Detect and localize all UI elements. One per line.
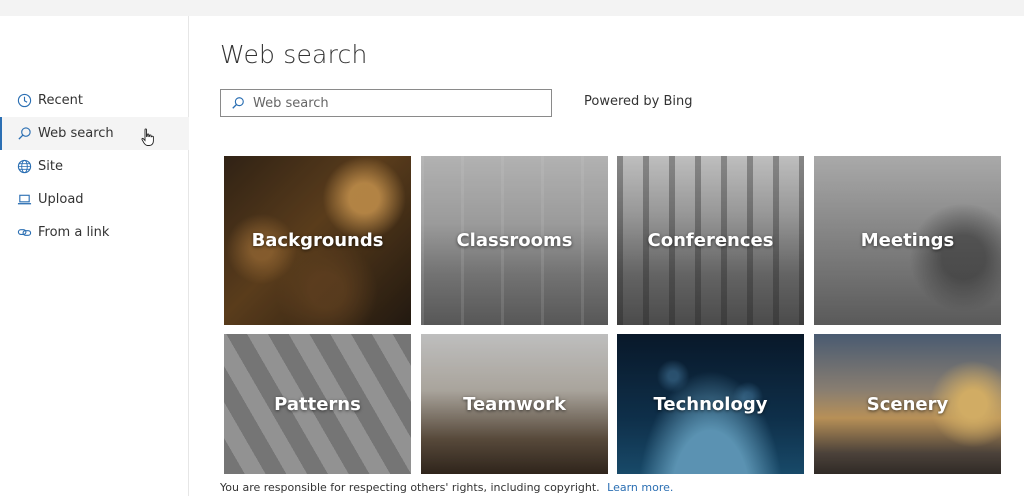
tile-classrooms[interactable]: Classrooms [421, 156, 608, 325]
globe-icon [16, 159, 32, 175]
link-icon [16, 225, 32, 241]
sidebar-item-label: From a link [38, 225, 110, 240]
clock-icon [16, 93, 32, 109]
search-box[interactable] [220, 89, 552, 117]
tile-label: Classrooms [456, 230, 573, 251]
search-icon [231, 96, 245, 110]
sidebar-item-site[interactable]: Site [0, 150, 189, 183]
laptop-upload-icon [16, 192, 32, 208]
search-input[interactable] [251, 94, 545, 112]
powered-by-bing: Powered by Bing [584, 94, 693, 109]
tile-label: Patterns [274, 393, 361, 415]
page-title: Web search [220, 40, 368, 69]
search-icon [16, 126, 32, 142]
sidebar-item-label: Recent [38, 93, 83, 108]
tile-label: Technology [653, 393, 768, 415]
tile-scenery[interactable]: Scenery [814, 334, 1001, 474]
tile-technology[interactable]: Technology [617, 334, 804, 474]
sidebar-item-upload[interactable]: Upload [0, 183, 189, 216]
tile-label: Teamwork [463, 393, 566, 415]
tile-teamwork[interactable]: Teamwork [421, 334, 608, 474]
tile-meetings[interactable]: Meetings [814, 156, 1001, 325]
tile-label: Backgrounds [251, 230, 384, 251]
hand-pointer-cursor-icon [141, 128, 154, 146]
copyright-text: You are responsible for respecting other… [220, 481, 600, 494]
learn-more-link[interactable]: Learn more. [607, 481, 673, 494]
sidebar-item-from-a-link[interactable]: From a link [0, 216, 189, 249]
sidebar-item-label: Upload [38, 192, 84, 207]
sidebar-item-label: Site [38, 159, 63, 174]
tile-label: Conferences [647, 230, 774, 251]
sidebar-item-web-search[interactable]: Web search [0, 117, 189, 150]
sidebar-nav: Recent Web search Site Upload From a lin… [0, 84, 189, 249]
tile-backgrounds[interactable]: Backgrounds [224, 156, 411, 325]
sidebar: Recent Web search Site Upload From a lin… [0, 16, 189, 496]
tile-label: Meetings [860, 230, 955, 251]
sidebar-item-label: Web search [38, 126, 114, 141]
tile-conferences[interactable]: Conferences [617, 156, 804, 325]
copyright-notice: You are responsible for respecting other… [220, 481, 673, 494]
tile-patterns[interactable]: Patterns [224, 334, 411, 474]
sidebar-item-recent[interactable]: Recent [0, 84, 189, 117]
tile-label: Scenery [866, 393, 949, 415]
